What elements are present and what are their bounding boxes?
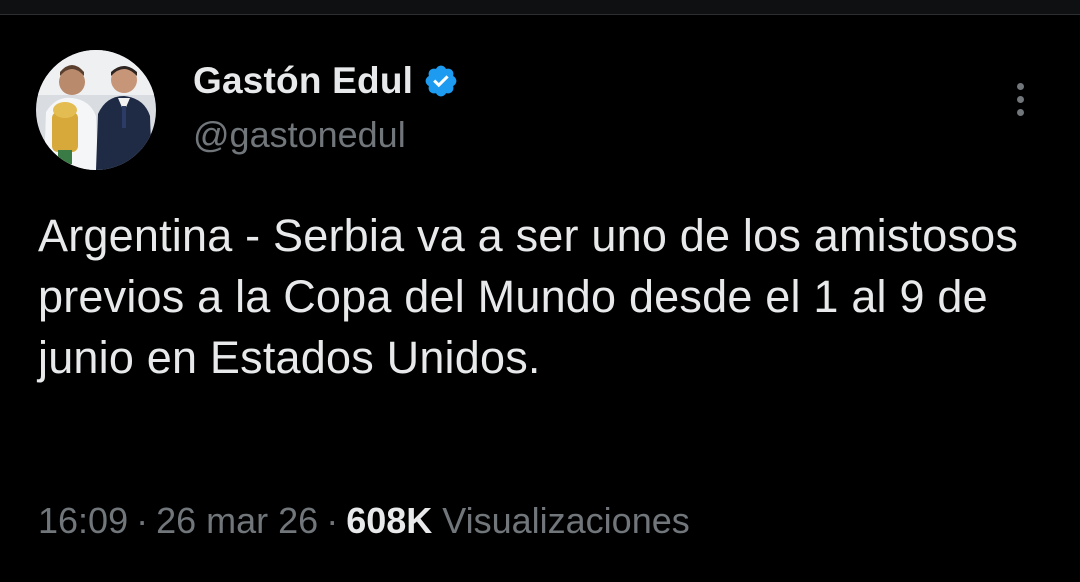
tweet-text: Argentina - Serbia va a ser uno de los a… — [38, 210, 1019, 383]
avatar[interactable] — [36, 50, 156, 170]
tweet-date[interactable]: 26 mar 26 — [156, 500, 318, 541]
avatar-image — [36, 50, 156, 170]
verified-badge-icon — [425, 65, 457, 97]
tweet-meta: 16:09 · 26 mar 26 · 608K Visualizaciones — [38, 500, 690, 542]
meta-separator: · — [136, 500, 149, 541]
tweet-time[interactable]: 16:09 — [38, 500, 128, 541]
tweet: Gastón Edul @gastonedul Argentina - Serb… — [0, 15, 1080, 582]
top-divider — [0, 0, 1080, 15]
author-display-name[interactable]: Gastón Edul — [193, 60, 459, 102]
more-vertical-icon-dot — [1016, 82, 1024, 90]
views-label[interactable]: Visualizaciones — [442, 500, 689, 541]
more-vertical-icon-dot — [1016, 108, 1024, 116]
more-options-button[interactable] — [1000, 77, 1040, 121]
meta-separator: · — [326, 500, 339, 541]
author-name-text: Gastón Edul — [193, 60, 414, 101]
more-vertical-icon-dot — [1016, 95, 1024, 103]
views-count[interactable]: 608K — [346, 500, 432, 541]
author-handle[interactable]: @gastonedul — [193, 114, 406, 156]
